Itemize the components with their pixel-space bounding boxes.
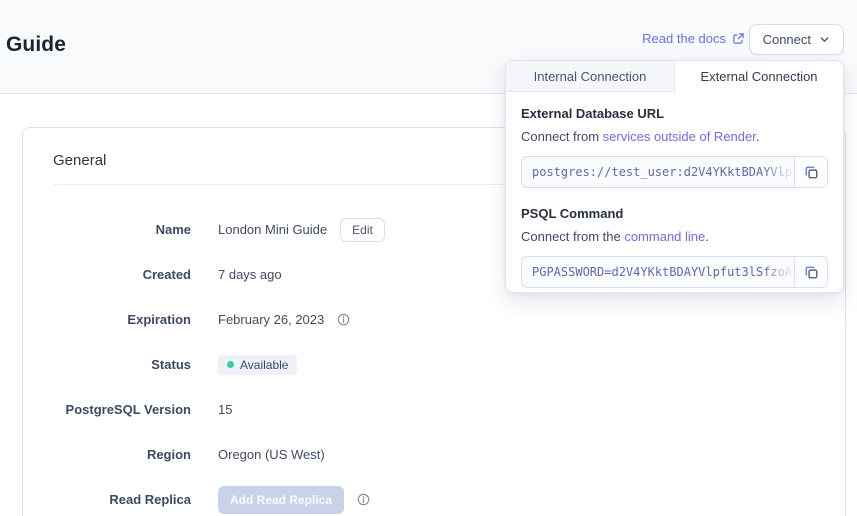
row-expiration-label: Expiration	[53, 312, 191, 327]
read-replica-info-icon[interactable]	[357, 493, 370, 506]
external-database-url-desc: Connect from services outside of Render.	[521, 129, 828, 144]
row-postgres-version-label: PostgreSQL Version	[53, 402, 191, 417]
row-status-label: Status	[53, 357, 191, 372]
copy-icon	[804, 165, 819, 180]
popover-body: External Database URL Connect from servi…	[506, 92, 843, 304]
psql-command-field: PGPASSWORD=d2V4YKktBDAYVlpfut3lSfzoAWhwb…	[521, 256, 828, 288]
status-badge-label: Available	[240, 358, 288, 372]
row-created-label: Created	[53, 267, 191, 282]
connect-button-label: Connect	[763, 32, 811, 47]
tab-internal-connection[interactable]: Internal Connection	[506, 61, 675, 92]
copy-icon	[804, 265, 819, 280]
row-region-label: Region	[53, 447, 191, 462]
row-read-replica-label: Read Replica	[53, 492, 191, 507]
chevron-down-icon	[819, 34, 830, 45]
connect-popover: Internal Connection External Connection …	[505, 60, 844, 293]
command-line-link[interactable]: command line	[624, 229, 705, 244]
row-expiration-value: February 26, 2023	[218, 312, 324, 327]
row-created-value: 7 days ago	[218, 267, 282, 282]
row-postgres-version: PostgreSQL Version 15	[23, 387, 845, 432]
connection-tabs: Internal Connection External Connection	[506, 61, 843, 92]
edit-name-button[interactable]: Edit	[340, 218, 385, 242]
page-title: Guide	[6, 33, 66, 57]
row-status: Status Available	[23, 342, 845, 387]
row-postgres-version-value: 15	[218, 402, 232, 417]
read-the-docs-link[interactable]: Read the docs	[642, 31, 745, 46]
database-page: Guide Read the docs Connect General	[0, 0, 857, 516]
external-link-icon	[732, 32, 745, 45]
copy-psql-command-button[interactable]	[794, 257, 827, 287]
psql-command-value[interactable]: PGPASSWORD=d2V4YKktBDAYVlpfut3lSfzoAWhwb…	[522, 257, 794, 287]
copy-external-url-button[interactable]	[794, 157, 827, 187]
external-database-url-heading: External Database URL	[521, 106, 828, 121]
desc-text: Connect from the	[521, 229, 624, 244]
status-dot-icon	[227, 361, 234, 368]
row-region: Region Oregon (US West)	[23, 432, 845, 477]
external-database-url-field: postgres://test_user:d2V4YKktBDAYVlpfut3…	[521, 156, 828, 188]
desc-text: .	[756, 129, 760, 144]
add-read-replica-button[interactable]: Add Read Replica	[218, 486, 344, 514]
external-database-url-value[interactable]: postgres://test_user:d2V4YKktBDAYVlpfut3…	[522, 157, 794, 187]
tab-external-connection[interactable]: External Connection	[675, 61, 843, 92]
services-outside-render-link[interactable]: services outside of Render	[603, 129, 756, 144]
row-name-label: Name	[53, 222, 191, 237]
row-region-value: Oregon (US West)	[218, 447, 325, 462]
status-badge: Available	[218, 355, 297, 375]
expiration-info-icon[interactable]	[337, 313, 350, 326]
connect-button[interactable]: Connect	[749, 24, 844, 55]
psql-command-desc: Connect from the command line.	[521, 229, 828, 244]
read-the-docs-label: Read the docs	[642, 31, 726, 46]
psql-command-heading: PSQL Command	[521, 206, 828, 221]
desc-text: Connect from	[521, 129, 603, 144]
row-name-value: London Mini Guide	[218, 222, 327, 237]
row-read-replica: Read Replica Add Read Replica	[23, 477, 845, 516]
desc-text: .	[705, 229, 709, 244]
